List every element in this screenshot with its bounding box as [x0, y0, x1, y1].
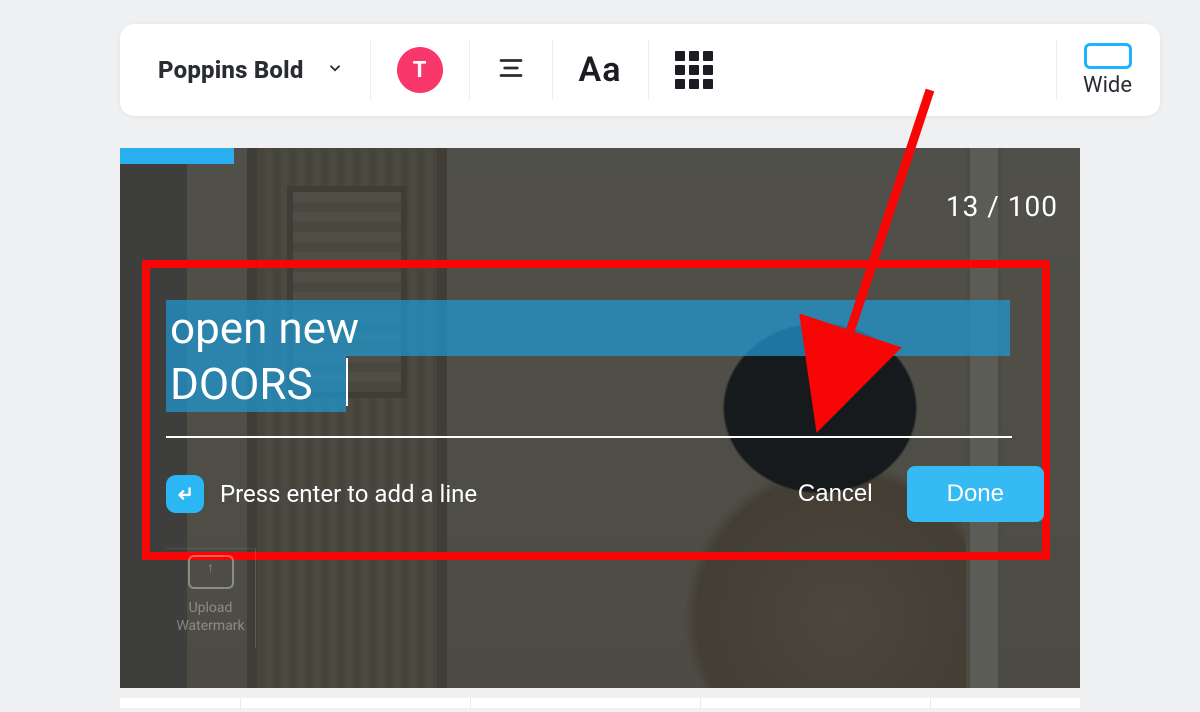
helper-text: Press enter to add a line [220, 480, 477, 508]
text-case-button[interactable]: Aa [579, 50, 622, 90]
enter-key-icon [166, 475, 204, 513]
text-grid-button[interactable] [675, 51, 713, 89]
wide-rect-icon [1084, 43, 1132, 69]
caption-text-line[interactable]: open new [166, 300, 1010, 356]
aspect-ratio-button[interactable]: Wide [1056, 40, 1132, 100]
done-button[interactable]: Done [907, 466, 1044, 522]
caption-text-line[interactable]: DOORS [166, 356, 346, 412]
divider [648, 40, 649, 100]
editor-footer: Press enter to add a line Cancel Done [166, 466, 1044, 522]
text-toolbar: Poppins Bold T Aa Wide [120, 24, 1160, 116]
font-picker[interactable]: Poppins Bold [158, 24, 344, 116]
timeline-strip [120, 698, 1080, 708]
text-align-button[interactable] [496, 53, 526, 87]
character-counter: 13 / 100 [946, 190, 1058, 223]
divider [469, 40, 470, 100]
video-canvas: 13 / 100 open new DOORS Press enter to a… [120, 148, 1080, 688]
cancel-button[interactable]: Cancel [780, 472, 891, 516]
divider [370, 40, 371, 100]
upload-watermark-button[interactable]: Upload Watermark [166, 548, 256, 648]
aspect-ratio-label: Wide [1083, 73, 1132, 98]
align-center-icon [496, 53, 526, 83]
text-color-label: T [413, 58, 427, 83]
text-input-underline [166, 436, 1012, 438]
text-caret [346, 358, 348, 406]
progress-indicator [120, 148, 234, 164]
divider [552, 40, 553, 100]
chevron-down-icon [326, 59, 344, 81]
text-color-button[interactable]: T [397, 47, 443, 93]
font-name-label: Poppins Bold [158, 56, 304, 84]
